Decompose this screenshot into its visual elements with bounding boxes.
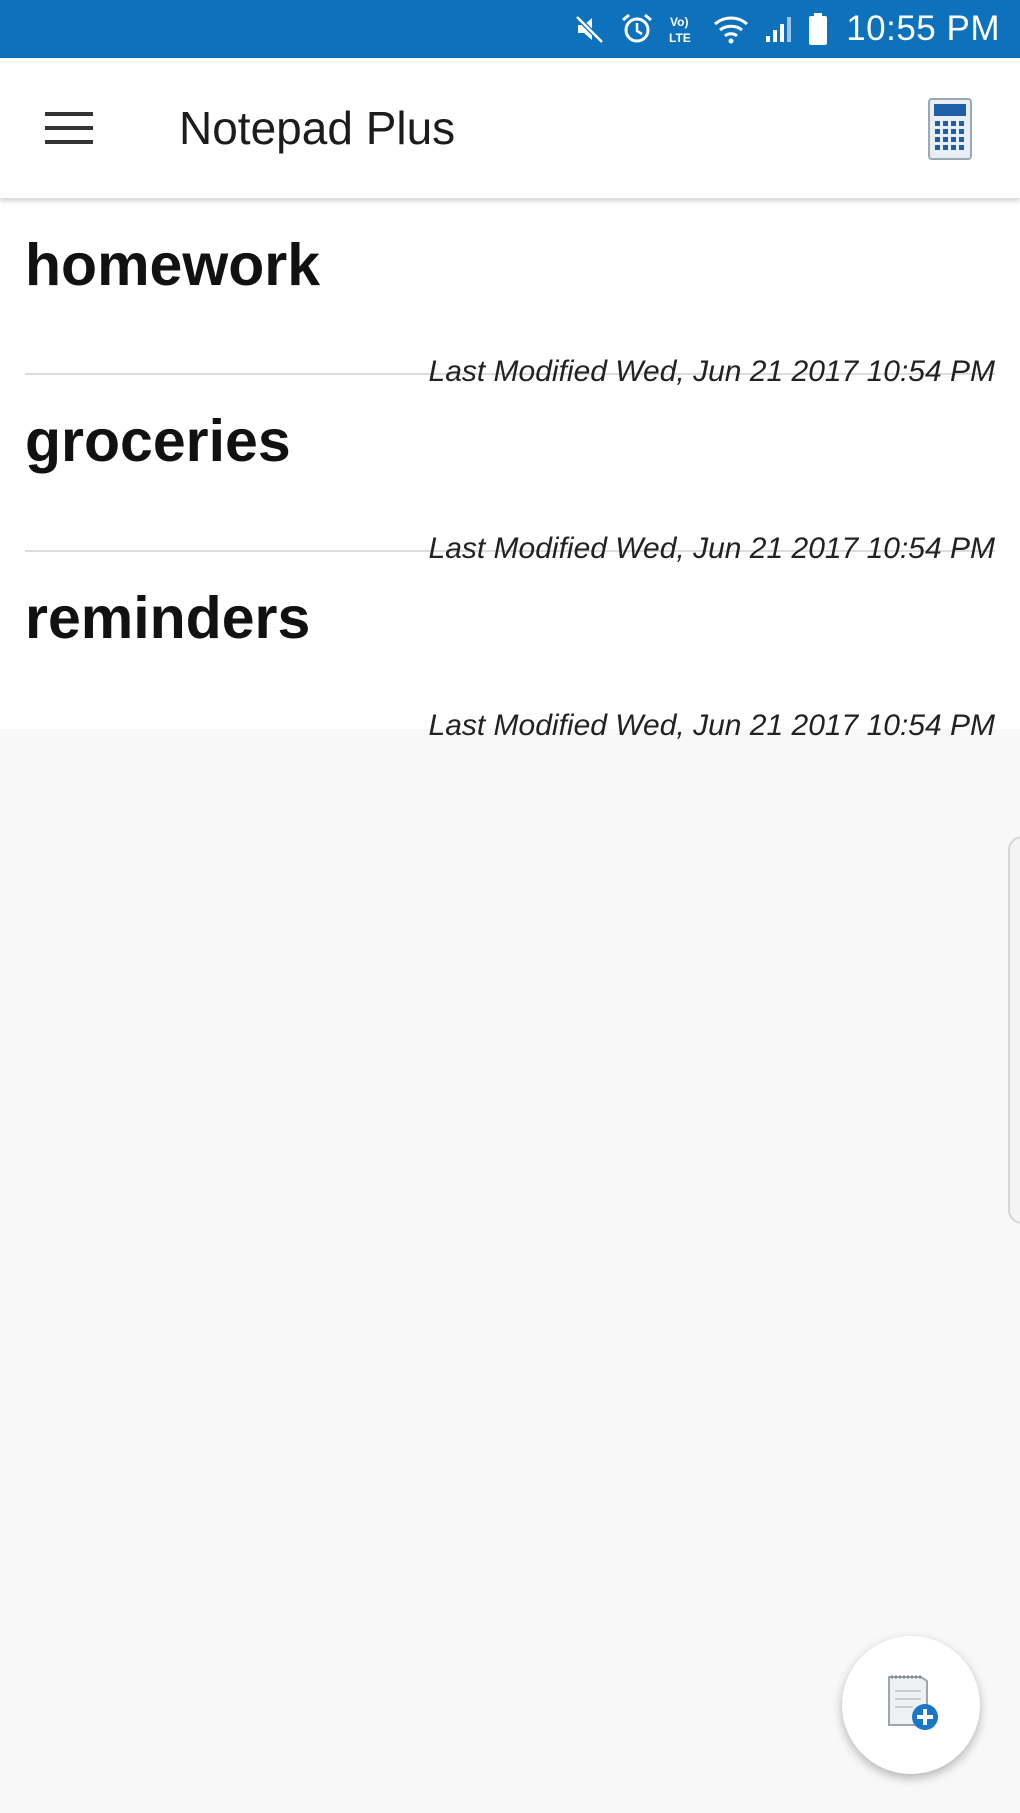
svg-text:Vo): Vo): [670, 15, 688, 29]
battery-icon: [808, 0, 828, 58]
calculator-icon[interactable]: [920, 94, 980, 164]
volte-icon: Vo) LTE: [668, 0, 698, 58]
svg-text:LTE: LTE: [669, 31, 691, 45]
page-title: Notepad Plus: [179, 102, 456, 154]
alarm-icon: [620, 0, 654, 58]
note-list: homework Last Modified Wed, Jun 21 2017 …: [0, 198, 1020, 742]
app-bar: Notepad Plus: [0, 58, 1020, 198]
wifi-icon: [712, 0, 750, 58]
status-clock: 10:55 PM: [846, 9, 1000, 48]
status-bar: Vo) LTE 10:55 PM: [0, 0, 1020, 58]
edge-panel-handle[interactable]: [1008, 836, 1020, 1224]
note-modified-date: Last Modified Wed, Jun 21 2017 10:54 PM: [428, 709, 995, 742]
add-note-button[interactable]: [842, 1636, 980, 1774]
list-item[interactable]: reminders Last Modified Wed, Jun 21 2017…: [25, 552, 995, 742]
mute-icon: [574, 0, 606, 58]
note-title: reminders: [25, 585, 311, 651]
note-title: groceries: [25, 408, 291, 474]
hamburger-menu-icon[interactable]: [30, 93, 108, 163]
new-note-icon: [881, 1671, 941, 1740]
note-title: homework: [25, 232, 321, 298]
list-item[interactable]: homework Last Modified Wed, Jun 21 2017 …: [25, 198, 995, 388]
list-item[interactable]: groceries Last Modified Wed, Jun 21 2017…: [25, 375, 995, 565]
signal-icon: [764, 0, 794, 58]
